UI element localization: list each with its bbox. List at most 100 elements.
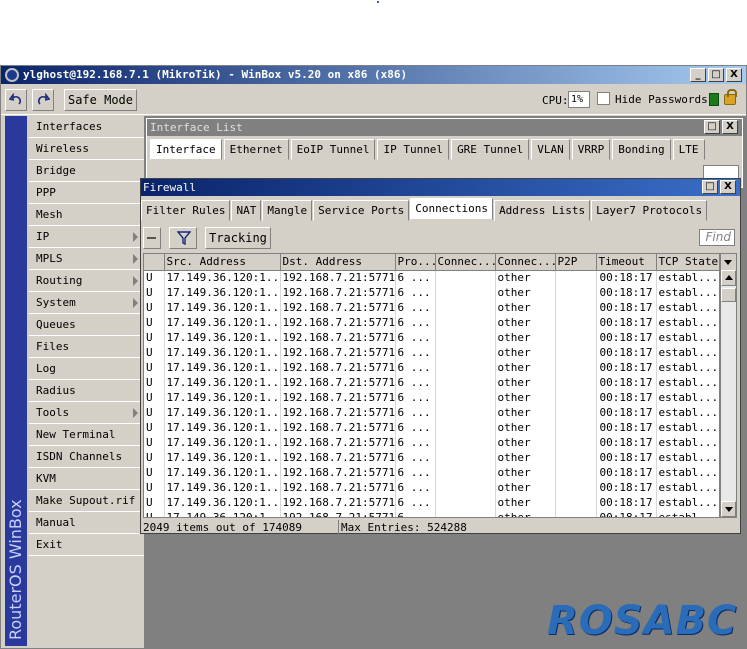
menu-item-new-terminal[interactable]: New Terminal	[29, 424, 144, 446]
interface-tab-ethernet[interactable]: Ethernet	[223, 139, 289, 160]
cell-flag: U	[144, 510, 165, 517]
interface-tab-ip-tunnel[interactable]: IP Tunnel	[377, 139, 450, 160]
column-header[interactable]: Timeout	[596, 254, 657, 271]
menu-item-kvm[interactable]: KVM	[29, 468, 144, 490]
column-header[interactable]: Connec...	[495, 254, 556, 271]
table-row[interactable]: U 17.149.36.120:1... 192.168.7.21:57713 6 .…	[144, 510, 719, 517]
table-row[interactable]: U 17.149.36.120:1... 192.168.7.21:57713 6 .…	[144, 465, 719, 480]
firewall-maximize-button[interactable]: □	[702, 180, 718, 194]
table-row[interactable]: U 17.149.36.120:1... 192.168.7.21:57713 6 .…	[144, 345, 719, 360]
table-row[interactable]: U 17.149.36.120:1... 192.168.7.21:57713 6 .…	[144, 360, 719, 375]
column-header[interactable]: Connec...	[435, 254, 496, 271]
menu-item-interfaces[interactable]: Interfaces	[29, 116, 144, 138]
interface-list-title[interactable]: Interface List	[147, 119, 742, 136]
interface-tab-eoip-tunnel[interactable]: EoIP Tunnel	[290, 139, 376, 160]
menu-item-files[interactable]: Files	[29, 336, 144, 358]
table-row[interactable]: U 17.149.36.120:1... 192.168.7.21:57713 6 .…	[144, 495, 719, 510]
interface-tab-lte[interactable]: LTE	[672, 139, 705, 160]
table-row[interactable]: U 17.149.36.120:1... 192.168.7.21:57713 6 .…	[144, 315, 719, 330]
interface-tab-bonding[interactable]: Bonding	[612, 139, 671, 160]
firewall-titlebar[interactable]: Firewall □ X	[141, 179, 740, 196]
scroll-up-icon[interactable]	[721, 270, 736, 286]
remove-button[interactable]	[143, 227, 161, 249]
menu-item-label: Wireless	[36, 142, 89, 155]
column-header[interactable]: Pro...	[395, 254, 436, 271]
interface-tab-vlan[interactable]: VLAN	[531, 139, 570, 160]
column-header[interactable]: Dst. Address	[280, 254, 396, 271]
menu-item-queues[interactable]: Queues	[29, 314, 144, 336]
firewall-tab-address-lists[interactable]: Address Lists	[494, 200, 591, 221]
menu-item-bridge[interactable]: Bridge	[29, 160, 144, 182]
cell-p2p	[555, 270, 597, 285]
menu-item-wireless[interactable]: Wireless	[29, 138, 144, 160]
cell-src: 17.149.36.120:1...	[164, 375, 281, 390]
cell-conn-type: other	[495, 270, 556, 285]
column-menu-icon[interactable]	[721, 254, 736, 270]
minimize-button[interactable]: _	[690, 68, 706, 82]
filter-button[interactable]	[169, 227, 197, 249]
menu-item-system[interactable]: System	[29, 292, 144, 314]
menu-item-mesh[interactable]: Mesh	[29, 204, 144, 226]
cell-tcp-state: establ...	[656, 435, 719, 450]
menu-item-label: System	[36, 296, 76, 309]
firewall-tab-mangle[interactable]: Mangle	[262, 200, 313, 221]
menu-item-isdn-channels[interactable]: ISDN Channels	[29, 446, 144, 468]
firewall-tab-connections[interactable]: Connections	[410, 198, 494, 220]
safe-mode-button[interactable]: Safe Mode	[64, 89, 137, 111]
interface-tab-vrrp[interactable]: VRRP	[571, 139, 611, 160]
find-input[interactable]: Find	[699, 229, 735, 246]
hide-passwords-label[interactable]: Hide Passwords	[615, 93, 708, 106]
firewall-tab-layer7-protocols[interactable]: Layer7 Protocols	[591, 200, 708, 221]
firewall-tab-service-ports[interactable]: Service Ports	[313, 200, 410, 221]
firewall-close-button[interactable]: X	[720, 180, 736, 194]
window-titlebar[interactable]: ylghost@192.168.7.1 (MikroTik) - WinBox …	[1, 66, 746, 84]
interface-tab-interface[interactable]: Interface	[150, 139, 222, 160]
menu-item-make-supout-rif[interactable]: Make Supout.rif	[29, 490, 144, 512]
interface-tab-gre-tunnel[interactable]: GRE Tunnel	[451, 139, 530, 160]
column-header[interactable]: TCP State	[656, 254, 719, 271]
vertical-scrollbar[interactable]	[720, 253, 737, 518]
cell-timeout: 00:18:17	[596, 300, 657, 315]
column-header[interactable]	[144, 254, 165, 271]
undo-button[interactable]	[5, 89, 27, 111]
menu-item-ppp[interactable]: PPP	[29, 182, 144, 204]
menu-item-mpls[interactable]: MPLS	[29, 248, 144, 270]
scroll-thumb[interactable]	[721, 288, 736, 302]
cell-flag: U	[144, 495, 165, 510]
interface-close-button[interactable]: X	[722, 120, 738, 134]
table-row[interactable]: U 17.149.36.120:1... 192.168.7.21:57713 6 .…	[144, 330, 719, 345]
column-header[interactable]: P2P	[555, 254, 597, 271]
maximize-button[interactable]: □	[708, 68, 724, 82]
table-row[interactable]: U 17.149.36.120:1... 192.168.7.21:57713 6 .…	[144, 375, 719, 390]
tracking-button[interactable]: Tracking	[205, 227, 271, 249]
interface-maximize-button[interactable]: □	[704, 120, 720, 134]
table-row[interactable]: U 17.149.36.120:1... 192.168.7.21:57713 6 .…	[144, 405, 719, 420]
column-header[interactable]: Src. Address	[164, 254, 281, 271]
firewall-tab-filter-rules[interactable]: Filter Rules	[141, 200, 231, 221]
table-row[interactable]: U 17.149.36.120:1... 192.168.7.21:57713 6 .…	[144, 420, 719, 435]
menu-item-tools[interactable]: Tools	[29, 402, 144, 424]
table-row[interactable]: U 17.149.36.120:1... 192.168.7.21:57713 6 .…	[144, 480, 719, 495]
redo-button[interactable]	[32, 89, 54, 111]
menu-item-radius[interactable]: Radius	[29, 380, 144, 402]
cell-timeout: 00:18:17	[596, 405, 657, 420]
menu-item-exit[interactable]: Exit	[29, 534, 144, 556]
hide-passwords-checkbox[interactable]	[597, 92, 610, 105]
menu-item-log[interactable]: Log	[29, 358, 144, 380]
menu-item-ip[interactable]: IP	[29, 226, 144, 248]
scroll-down-icon[interactable]	[721, 501, 736, 517]
cell-flag: U	[144, 345, 165, 360]
table-row[interactable]: U 17.149.36.120:1... 192.168.7.21:57713 6 .…	[144, 285, 719, 300]
table-row[interactable]: U 17.149.36.120:1... 192.168.7.21:57713 6 .…	[144, 390, 719, 405]
firewall-tab-nat[interactable]: NAT	[231, 200, 262, 221]
close-button[interactable]: X	[726, 68, 742, 82]
table-row[interactable]: U 17.149.36.120:1... 192.168.7.21:57713 6 .…	[144, 270, 719, 285]
table-row[interactable]: U 17.149.36.120:1... 192.168.7.21:57713 6 .…	[144, 435, 719, 450]
menu-item-manual[interactable]: Manual	[29, 512, 144, 534]
cell-proto: 6 ...	[395, 465, 436, 480]
table-row[interactable]: U 17.149.36.120:1... 192.168.7.21:57713 6 .…	[144, 300, 719, 315]
cell-conn-mark	[435, 330, 496, 345]
table-row[interactable]: U 17.149.36.120:1... 192.168.7.21:57713 6 .…	[144, 450, 719, 465]
cell-proto: 6 ...	[395, 360, 436, 375]
menu-item-routing[interactable]: Routing	[29, 270, 144, 292]
